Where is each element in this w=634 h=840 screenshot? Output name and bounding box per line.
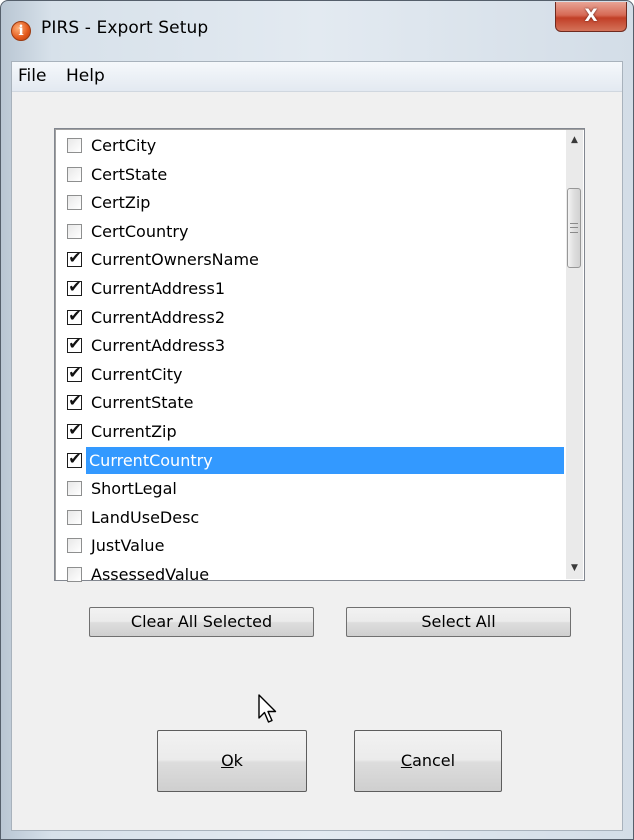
dialog-client-area: File Help CertCity CertState CertZip CertCo… [11,61,623,831]
list-item[interactable]: LandUseDesc [57,504,566,533]
field-checklist[interactable]: CertCity CertState CertZip CertCountry ✔ Curr… [54,128,585,584]
select-all-button[interactable]: Select All [346,607,571,637]
list-item-label: CurrentCountry [85,445,565,475]
list-item-label: CurrentOwnersName [91,250,259,270]
list-item[interactable]: JustValue [57,532,566,561]
list-item[interactable]: ✔ CurrentAddress2 [57,304,566,333]
vertical-scrollbar[interactable]: ▲ ▼ [566,130,583,579]
list-item-label: ShortLegal [91,479,177,499]
list-item[interactable]: AssessedValue [57,561,566,590]
checkbox-checked[interactable]: ✔ [67,248,82,268]
list-item[interactable]: CertZip [57,189,566,218]
list-item-label: CertCountry [91,221,189,241]
checkbox-unchecked[interactable] [67,538,82,554]
list-item[interactable]: ✔ CurrentZip [57,418,566,447]
list-item-label: AssessedValue [91,564,210,584]
list-item[interactable]: CertCity [57,132,566,161]
checkbox-checked[interactable]: ✔ [67,276,82,296]
checkmark-icon: ✔ [68,305,82,325]
checkbox-unchecked[interactable] [67,166,82,182]
scroll-down-icon[interactable]: ▼ [566,560,583,577]
checkbox-unchecked[interactable] [67,566,82,582]
checkmark-icon: ✔ [68,391,82,411]
window-title: PIRS - Export Setup [41,18,209,38]
checkmark-icon: ✔ [68,448,82,468]
checkbox-checked[interactable]: ✔ [67,362,82,382]
list-item-label: CurrentCity [91,364,183,384]
checkbox-unchecked[interactable] [67,138,82,153]
export-setup-window: i PIRS - Export Setup X File Help CertCi… [0,0,634,840]
checkbox-checked[interactable]: ✔ [67,305,82,325]
list-item[interactable]: ✔ CurrentOwnersName [57,246,566,275]
list-item[interactable]: ✔ CurrentState [57,389,566,418]
menu-file[interactable]: File [14,66,50,86]
list-item-label: CurrentAddress2 [91,307,225,327]
list-item[interactable]: ✔ CurrentCity [57,361,566,390]
field-list-rows: CertCity CertState CertZip CertCountry ✔ Curr… [57,132,566,590]
list-item-label: CertZip [91,193,151,213]
checkbox-checked[interactable]: ✔ [67,448,82,468]
checkmark-icon: ✔ [68,419,82,439]
checkbox-checked[interactable]: ✔ [67,419,82,439]
mouse-pointer-icon [258,694,277,723]
list-item[interactable]: ShortLegal [57,475,566,504]
list-item-label: LandUseDesc [91,507,200,527]
menu-bar: File Help [12,62,622,92]
list-item[interactable]: ✔ CurrentAddress1 [57,275,566,304]
checkbox-unchecked[interactable] [67,195,82,211]
clear-all-selected-button[interactable]: Clear All Selected [89,607,314,637]
checkmark-icon: ✔ [68,334,82,354]
checkmark-icon: ✔ [68,276,82,296]
list-item-label: CertCity [91,136,157,155]
checkmark-icon: ✔ [68,362,82,382]
checkmark-icon: ✔ [68,248,82,268]
info-icon: i [11,21,31,41]
list-item-label: JustValue [91,536,165,556]
grip-icon [570,223,578,233]
menu-help[interactable]: Help [62,66,109,86]
checkbox-checked[interactable]: ✔ [67,391,82,411]
list-item[interactable]: ✔ CurrentCountry [57,445,566,476]
title-bar[interactable]: i PIRS - Export Setup X [1,1,633,61]
cancel-button[interactable]: Cancel [354,730,502,792]
close-button[interactable]: X [555,2,627,32]
list-item[interactable]: ✔ CurrentAddress3 [57,332,566,361]
scroll-thumb[interactable] [567,188,581,268]
list-item[interactable]: CertState [57,161,566,190]
scroll-up-icon[interactable]: ▲ [566,132,583,149]
list-item[interactable]: CertCountry [57,218,566,247]
list-item-label: CertState [91,164,168,184]
list-item-label: CurrentState [91,393,194,413]
list-item-label: CurrentZip [91,421,177,441]
ok-button[interactable]: Ok [157,730,307,792]
checkbox-unchecked[interactable] [67,509,82,525]
checkbox-unchecked[interactable] [67,223,82,239]
checkbox-checked[interactable]: ✔ [67,334,82,354]
list-item-label: CurrentAddress1 [91,278,225,298]
checkbox-unchecked[interactable] [67,481,82,497]
list-item-label: CurrentAddress3 [91,336,225,356]
